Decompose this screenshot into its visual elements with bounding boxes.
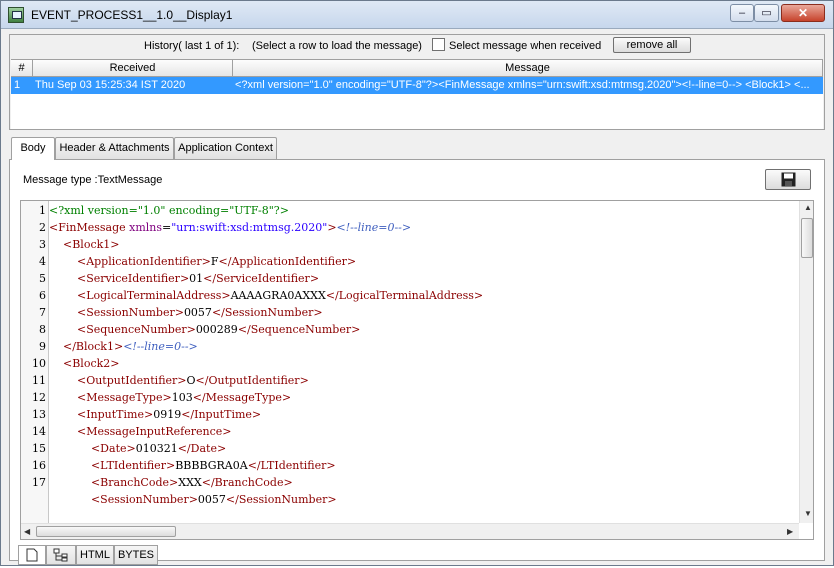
line-number: 11 <box>32 374 46 387</box>
code-line: <OutputIdentifier>O</OutputIdentifier> <box>76 374 309 387</box>
row-received-cell: Thu Sep 03 15:25:34 IST 2020 <box>35 79 186 91</box>
line-number: 7 <box>39 306 46 319</box>
code-line: <Date>010321</Date> <box>90 442 227 455</box>
line-number: 1 <box>39 204 46 217</box>
table-row[interactable]: 1 Thu Sep 03 15:25:34 IST 2020 <?xml ver… <box>11 77 823 94</box>
column-header-message[interactable]: Message <box>233 60 823 77</box>
maximize-icon: ▭ <box>761 7 772 19</box>
horizontal-scroll-thumb[interactable] <box>36 526 176 537</box>
line-number: 10 <box>32 357 46 370</box>
tab-application-context[interactable]: Application Context <box>174 137 277 159</box>
window-title: EVENT_PROCESS1__1.0__Display1 <box>31 8 233 22</box>
column-header-number[interactable]: # <box>11 60 33 77</box>
line-number: 5 <box>39 272 46 285</box>
select-hint: (Select a row to load the message) <box>252 40 422 52</box>
close-icon: ✕ <box>797 6 809 20</box>
history-panel: History( last 1 of 1): (Select a row to … <box>9 34 825 130</box>
row-number-cell: 1 <box>14 79 21 91</box>
code-area[interactable]: <?xml version="1.0" encoding="UTF-8"?> <F… <box>49 201 799 523</box>
tab-document-view[interactable] <box>18 545 46 565</box>
column-header-received[interactable]: Received <box>33 60 233 77</box>
scroll-down-icon[interactable]: ▼ <box>804 509 812 518</box>
code-line: <?xml version="1.0" encoding="UTF-8"?> <box>49 204 289 217</box>
code-line: <ServiceIdentifier>01</ServiceIdentifier… <box>76 272 320 285</box>
tab-header-attachments[interactable]: Header & Attachments <box>55 137 174 159</box>
line-number: 13 <box>32 408 46 421</box>
select-when-received-checkbox[interactable] <box>432 38 445 51</box>
code-line: </Block1><!--line=0--> <box>63 340 198 353</box>
code-line: <ApplicationIdentifier>F</ApplicationIde… <box>76 255 357 268</box>
code-line: <MessageType>103</MessageType> <box>76 391 292 404</box>
code-line: <Block2> <box>63 357 120 370</box>
scroll-up-icon[interactable]: ▲ <box>804 203 812 212</box>
line-number-gutter: 1 2 3 4 5 6 7 8 9 10 11 12 13 14 15 16 17 <box>21 201 49 523</box>
minimize-button[interactable]: – <box>730 4 754 22</box>
scroll-left-icon[interactable]: ◀ <box>24 527 30 536</box>
code-line: <Block1> <box>63 238 120 251</box>
vertical-scrollbar[interactable]: ▲ ▼ <box>799 201 813 523</box>
line-number: 12 <box>32 391 46 404</box>
history-label: History( last 1 of 1): <box>144 40 240 52</box>
line-number: 16 <box>32 459 46 472</box>
code-line: <LogicalTerminalAddress>AAAAGRA0AXXX</Lo… <box>76 289 484 302</box>
line-number: 2 <box>39 221 46 234</box>
app-icon <box>8 7 24 23</box>
code-line: <FinMessage xmlns="urn:swift:xsd:mtmsg.2… <box>49 221 412 234</box>
horizontal-scrollbar[interactable]: ◀ ▶ <box>21 523 799 539</box>
vertical-scroll-thumb[interactable] <box>801 218 813 258</box>
body-panel: Message type :TextMessage 1 2 3 4 5 6 7 8 9 10 11 1… <box>9 159 825 565</box>
line-number: 17 <box>32 476 46 489</box>
history-table: # Received Message 1 Thu Sep 03 15:25:34… <box>11 59 823 129</box>
message-tabs: Body Header & Attachments Application Co… <box>9 137 825 565</box>
close-button[interactable]: ✕ <box>781 4 825 22</box>
line-number: 4 <box>39 255 46 268</box>
minimize-icon: – <box>738 7 746 19</box>
tab-html-view[interactable]: HTML <box>76 545 114 565</box>
code-line: <LTIdentifier>BBBBGRA0A</LTIdentifier> <box>90 459 336 472</box>
title-bar[interactable]: EVENT_PROCESS1__1.0__Display1 – ▭ ✕ <box>1 1 833 29</box>
code-line: <MessageInputReference> <box>76 425 232 438</box>
code-line: <SessionNumber>0057</SessionNumber> <box>76 306 323 319</box>
line-number: 3 <box>39 238 46 251</box>
tree-icon <box>53 548 68 562</box>
code-line: <SessionNumber>0057</SessionNumber> <box>90 493 337 506</box>
main-window: EVENT_PROCESS1__1.0__Display1 – ▭ ✕ Hist… <box>0 0 834 566</box>
line-number: 8 <box>39 323 46 336</box>
code-line: <InputTime>0919</InputTime> <box>76 408 262 421</box>
code-line: <SequenceNumber>000289</SequenceNumber> <box>76 323 361 336</box>
remove-all-button[interactable]: remove all <box>613 37 691 53</box>
document-icon <box>26 548 38 562</box>
maximize-button[interactable]: ▭ <box>754 4 779 22</box>
row-message-cell: <?xml version="1.0" encoding="UTF-8"?><F… <box>235 79 810 91</box>
code-line: <BranchCode>XXX</BranchCode> <box>90 476 293 489</box>
tab-tree-view[interactable] <box>46 545 76 565</box>
save-button[interactable] <box>765 169 811 190</box>
message-type-label: Message type :TextMessage <box>23 174 163 186</box>
select-when-received-label[interactable]: Select message when received <box>449 40 601 52</box>
line-number: 9 <box>39 340 46 353</box>
save-icon <box>781 172 796 187</box>
scroll-right-icon[interactable]: ▶ <box>787 527 793 536</box>
line-number: 6 <box>39 289 46 302</box>
line-number: 15 <box>32 442 46 455</box>
line-number: 14 <box>32 425 46 438</box>
xml-editor[interactable]: 1 2 3 4 5 6 7 8 9 10 11 12 13 14 15 16 17 <?xml version=… <box>20 200 814 540</box>
tab-body[interactable]: Body <box>11 137 55 160</box>
tab-bytes-view[interactable]: BYTES <box>114 545 158 565</box>
